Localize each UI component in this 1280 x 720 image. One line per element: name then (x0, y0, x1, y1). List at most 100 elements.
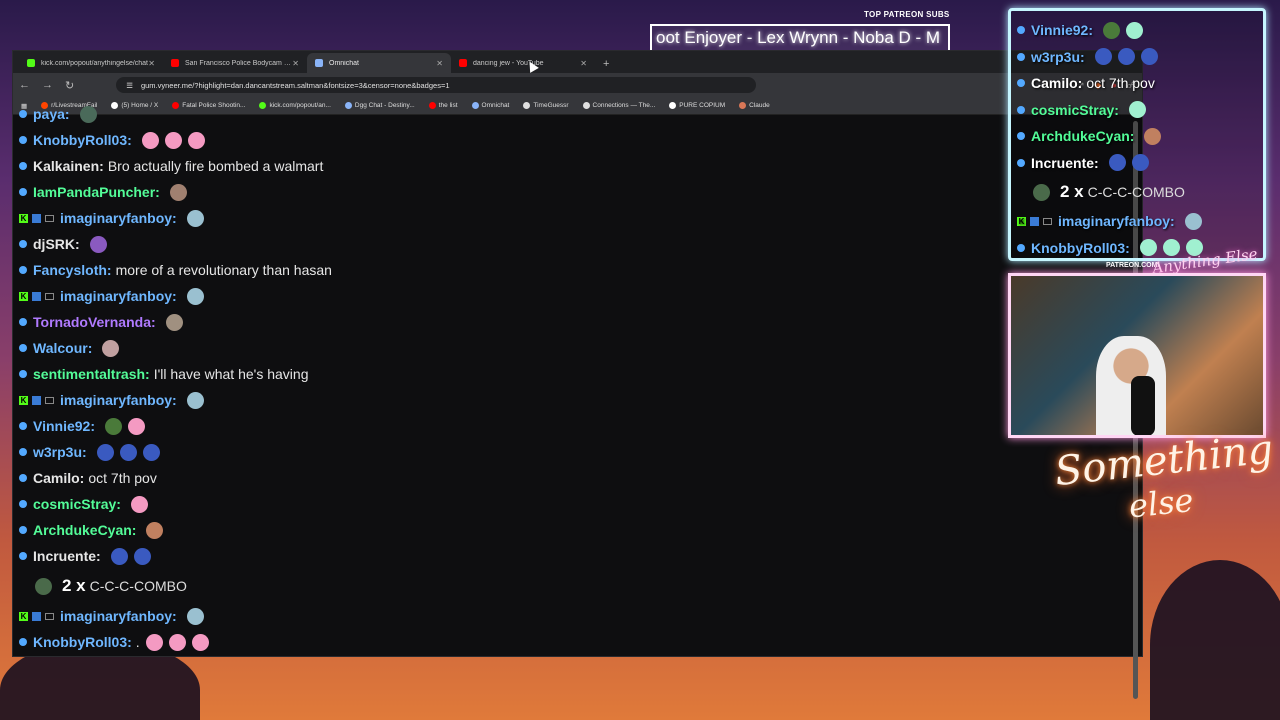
chat-username[interactable]: imaginaryfanboy: (60, 288, 177, 304)
chat-message: ArchdukeCyan: (1017, 123, 1257, 150)
chat-username[interactable]: paya: (33, 106, 70, 122)
emote-icon (186, 391, 204, 409)
tab-close-icon[interactable]: ✕ (580, 59, 587, 68)
combo-banner: 2 x C-C-C-COMBO (19, 569, 1130, 603)
tab-0[interactable]: kick.com/popout/anythingelse/chat ✕ (19, 53, 163, 73)
chat-username[interactable]: KnobbyRoll03: (33, 132, 132, 148)
chat-username[interactable]: cosmicStray: (1031, 102, 1119, 118)
emote-icon (128, 417, 145, 435)
kick-logo-icon: K (19, 213, 28, 223)
tab-bar: kick.com/popout/anythingelse/chat ✕ San Fr… (13, 51, 1142, 73)
chat-username[interactable]: djSRK: (33, 236, 80, 252)
chat-text: oct 7th pov (1086, 75, 1155, 92)
platform-dot-icon (19, 266, 27, 274)
chat-message: Vinnie92: (19, 413, 1130, 439)
emote-icon (142, 443, 160, 461)
combo-label: C-C-C-COMBO (1087, 184, 1185, 200)
emote-icon (1128, 101, 1146, 119)
emote-icon (186, 607, 204, 625)
chat-username[interactable]: IamPandaPuncher: (33, 184, 160, 200)
chat-message: IamPandaPuncher: (19, 179, 1130, 205)
chat-username[interactable]: w3rp3u: (33, 444, 87, 460)
chat-message: KnobbyRoll03: (19, 127, 1130, 153)
sub-badge-icon (32, 213, 41, 223)
combo-label: C-C-C-COMBO (89, 578, 187, 594)
combo-count: 2 x (1060, 182, 1084, 201)
chat-username[interactable]: cosmicStray: (33, 496, 121, 512)
tab-close-icon[interactable]: ✕ (148, 59, 155, 68)
tab-label: San Francisco Police Bodycam Video (185, 59, 295, 67)
chat-username[interactable]: imaginaryfanboy: (60, 608, 177, 624)
badge-icon (1043, 217, 1052, 225)
chat-message: Kimaginaryfanboy: (19, 603, 1130, 629)
back-arrow-icon[interactable]: ← (19, 79, 30, 91)
emote-icon (96, 443, 114, 461)
chat-message: Camilo: oct 7th pov (1017, 70, 1257, 97)
chat-username[interactable]: Vinnie92: (33, 418, 95, 434)
chat-username[interactable]: Kalkainen: (33, 158, 104, 174)
chat-username[interactable]: sentimentaltrash: (33, 366, 150, 382)
sub-badge-icon (32, 291, 41, 301)
tab-label: Omnichat (329, 59, 359, 67)
emote-icon (169, 183, 187, 201)
platform-dot-icon (1017, 243, 1025, 252)
chat-message: Kimaginaryfanboy: (19, 205, 1130, 231)
platform-dot-icon (19, 500, 27, 508)
chat-username[interactable]: Incruente: (33, 548, 101, 564)
emote-icon (1140, 48, 1158, 66)
tab-label: kick.com/popout/anythingelse/chat (41, 59, 149, 67)
tab-favicon-icon (459, 59, 467, 67)
chat-username[interactable]: Walcour: (33, 340, 92, 356)
chat-username[interactable]: KnobbyRoll03: (1031, 240, 1130, 256)
platform-dot-icon (19, 240, 27, 248)
emote-icon (133, 547, 151, 565)
chat-message: ArchdukeCyan: (19, 517, 1130, 543)
omnichat-feed: paya: KnobbyRoll03: Kalkainen: Bro actually… (13, 101, 1130, 656)
chat-username[interactable]: Camilo: (33, 470, 84, 486)
neon-sign: Something else (1053, 426, 1276, 560)
chat-username[interactable]: TornadoVernanda: (33, 314, 156, 330)
tab-1[interactable]: San Francisco Police Bodycam Video ✕ (163, 53, 307, 73)
badge-icon (45, 214, 54, 222)
chat-username[interactable]: Vinnie92: (1031, 22, 1093, 38)
kick-logo-icon: K (19, 291, 28, 301)
chat-text: Bro actually fire bombed a walmart (107, 158, 324, 174)
chat-username[interactable]: KnobbyRoll03: (33, 634, 132, 650)
platform-dot-icon (19, 136, 27, 144)
kick-logo-icon: K (19, 395, 28, 405)
tab-favicon-icon (315, 59, 323, 67)
patreon-marquee: oot Enjoyer - Lex Wrynn - Noba D - M (650, 24, 950, 52)
emote-icon (146, 521, 164, 539)
chat-username[interactable]: Fancysloth: (33, 262, 112, 278)
chat-message: Fancysloth: more of a revolutionary than … (19, 257, 1130, 283)
new-tab-button[interactable]: + (595, 58, 617, 73)
combo-emote-icon (35, 577, 52, 595)
tab-2[interactable]: Omnichat ✕ (307, 53, 451, 73)
patreon-label: TOP PATREON SUBS (864, 10, 950, 19)
chat-username[interactable]: imaginaryfanboy: (60, 392, 177, 408)
reload-icon[interactable]: ↻ (65, 79, 74, 92)
chat-username[interactable]: imaginaryfanboy: (60, 210, 177, 226)
tab-close-icon[interactable]: ✕ (436, 59, 443, 68)
chat-username[interactable]: imaginaryfanboy: (1058, 213, 1175, 229)
tab-3[interactable]: dancing jew - YouTube ✕ (451, 53, 595, 73)
chat-username[interactable]: ArchdukeCyan: (33, 522, 136, 538)
overlay-chat-box: Vinnie92: w3rp3u: Camilo: oct 7th pov cosmic… (1008, 8, 1266, 261)
platform-dot-icon (19, 448, 27, 456)
chat-username[interactable]: w3rp3u: (1031, 49, 1085, 65)
emote-icon (110, 547, 128, 565)
site-info-icon[interactable]: ☰ (126, 81, 133, 90)
address-bar[interactable]: ☰ gum.vyneer.me/?highlight=dan.dancantst… (116, 77, 757, 93)
chat-message: Kalkainen: Bro actually fire bombed a wal… (19, 153, 1130, 179)
chat-username[interactable]: ArchdukeCyan: (1031, 128, 1134, 144)
tab-close-icon[interactable]: ✕ (292, 59, 299, 68)
chat-username[interactable]: Camilo: (1031, 75, 1082, 91)
badge-icon (45, 396, 54, 404)
platform-dot-icon (1017, 79, 1025, 88)
chat-username[interactable]: Incruente: (1031, 155, 1099, 171)
emote-icon (191, 633, 209, 651)
forward-arrow-icon[interactable]: → (42, 79, 53, 91)
chat-message: paya: (19, 101, 1130, 127)
chat-message: Vinnie92: (1017, 17, 1257, 44)
address-url: gum.vyneer.me/?highlight=dan.dancantstre… (140, 80, 450, 90)
